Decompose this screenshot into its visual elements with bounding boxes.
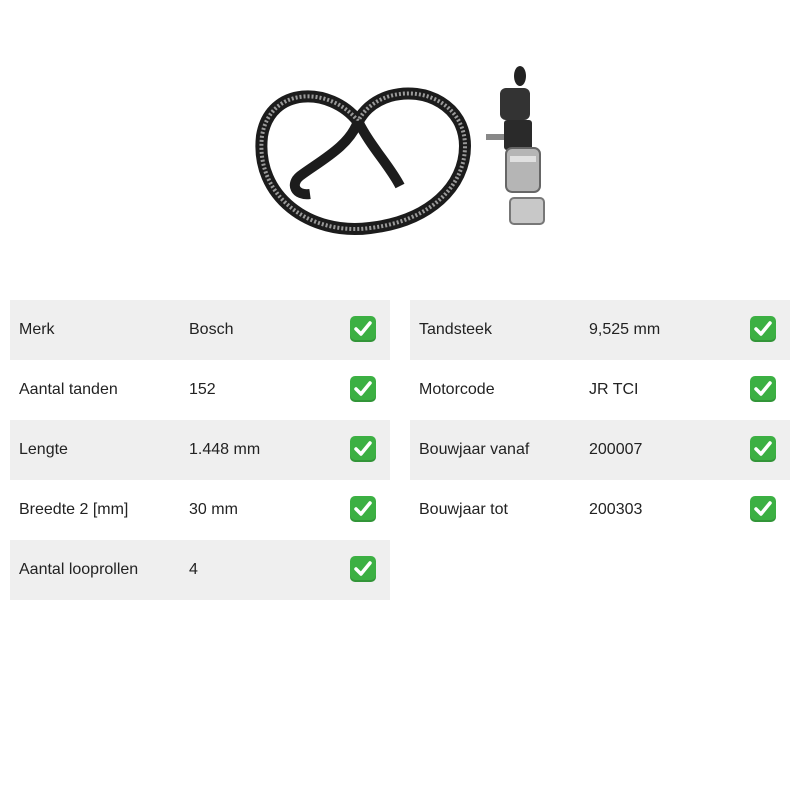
check-mark-icon <box>350 436 376 462</box>
spec-label: Motorcode <box>419 381 495 398</box>
spec-value: 9,525 mm <box>589 321 661 338</box>
spec-row-merk: Merk Bosch <box>10 300 390 360</box>
specs-table-right: Tandsteek 9,525 mm Motorcode JR TCI Bouw… <box>410 300 790 540</box>
check-mark-icon <box>750 496 776 522</box>
spec-row-lengte: Lengte 1.448 mm <box>10 420 390 480</box>
specs-table-left: Merk Bosch Aantal tanden 152 Lengte 1.44… <box>10 300 390 600</box>
spec-row-aantal-tanden: Aantal tanden 152 <box>10 360 390 420</box>
spec-row-breedte: Breedte 2 [mm] 30 mm <box>10 480 390 540</box>
spec-row-motorcode: Motorcode JR TCI <box>410 360 790 420</box>
spec-row-bouwjaar-vanaf: Bouwjaar vanaf 200007 <box>410 420 790 480</box>
spec-label: Aantal looprollen <box>19 561 139 578</box>
spec-value: 30 mm <box>189 501 238 518</box>
check-mark-icon <box>750 376 776 402</box>
spec-label: Aantal tanden <box>19 381 118 398</box>
spec-value: Bosch <box>189 321 234 338</box>
spec-label: Bouwjaar vanaf <box>419 441 530 458</box>
spec-label: Tandsteek <box>419 321 492 338</box>
spec-label: Bouwjaar tot <box>419 501 508 518</box>
spec-value: 4 <box>189 561 198 578</box>
spec-label: Breedte 2 [mm] <box>19 501 129 518</box>
check-mark-icon <box>350 496 376 522</box>
check-mark-icon <box>750 436 776 462</box>
spec-value: 200007 <box>589 441 643 458</box>
check-mark-icon <box>350 316 376 342</box>
spec-row-aantal-looprollen: Aantal looprollen 4 <box>10 540 390 600</box>
timing-belt-kit-image <box>250 66 550 236</box>
spec-value: 152 <box>189 381 216 398</box>
spec-label: Lengte <box>19 441 68 458</box>
check-mark-icon <box>750 316 776 342</box>
spec-row-tandsteek: Tandsteek 9,525 mm <box>410 300 790 360</box>
spec-row-bouwjaar-tot: Bouwjaar tot 200303 <box>410 480 790 540</box>
check-mark-icon <box>350 556 376 582</box>
spec-label: Merk <box>19 321 55 338</box>
spec-value: JR TCI <box>589 381 639 398</box>
spec-value: 200303 <box>589 501 643 518</box>
spec-value: 1.448 mm <box>189 441 261 458</box>
check-mark-icon <box>350 376 376 402</box>
